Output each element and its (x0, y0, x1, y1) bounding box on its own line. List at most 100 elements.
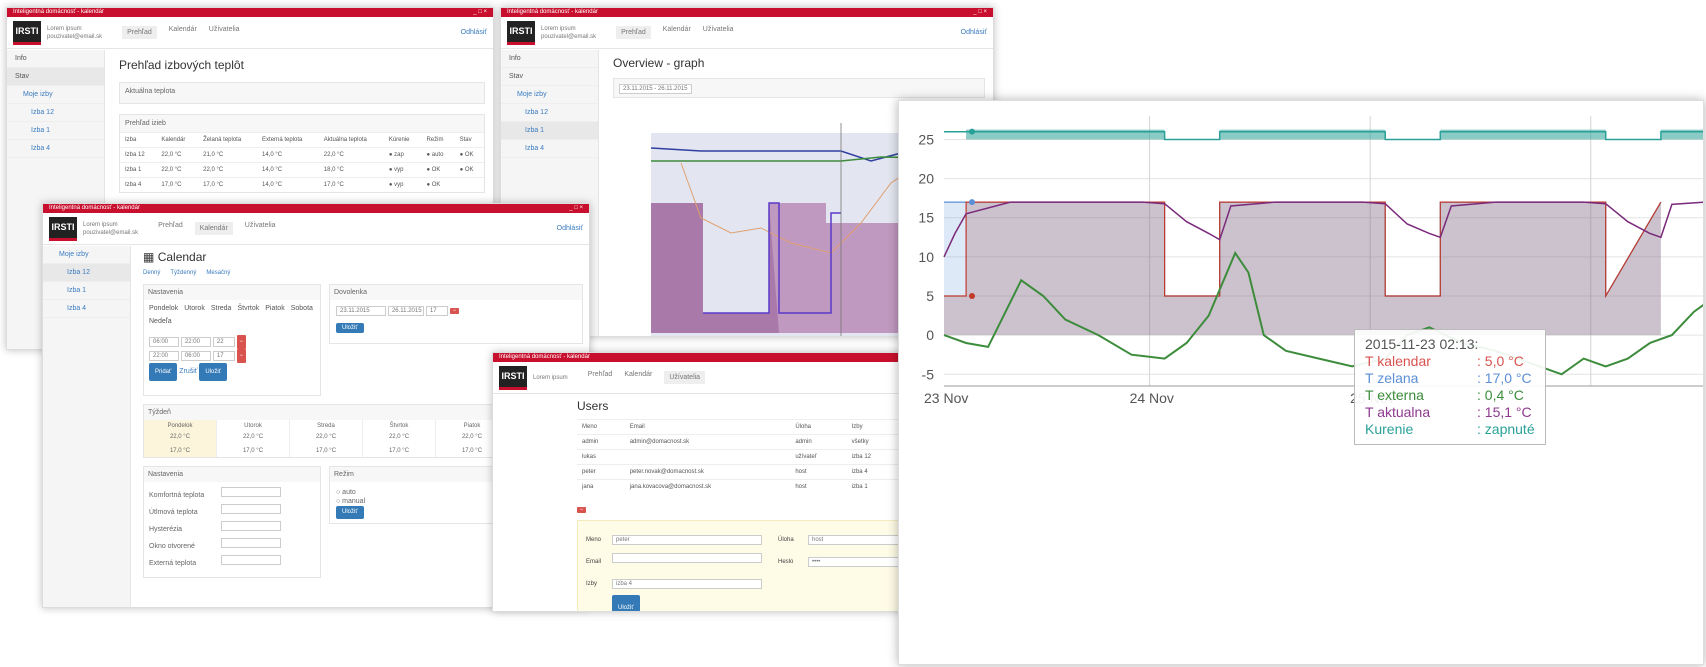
sidebar-item-room-1[interactable]: Izba 1 (7, 122, 104, 140)
time-from-input[interactable]: 06:00 (149, 337, 179, 347)
date-range-input[interactable]: 23.11.2015 - 26.11.2015 (619, 84, 692, 94)
table-row[interactable]: lukas užívateľ izba 12 (577, 449, 953, 465)
user-name: Lorem ipsum (541, 25, 576, 32)
vacation-temp-input[interactable]: 17 (425, 306, 448, 316)
tab-weekly[interactable]: Týždenný (170, 270, 196, 276)
day-tab[interactable]: Sobota (291, 305, 313, 312)
table-row[interactable]: peterpeter.novak@domacnost.skhostizba 4i… (577, 464, 953, 480)
tab-monthly[interactable]: Mesačný (206, 270, 230, 276)
setting-label: Útlmová teplota (149, 509, 198, 516)
table-cell: jana.kovacova@domacnost.sk (624, 479, 791, 494)
nav-overview[interactable]: Prehľad (122, 26, 157, 39)
save-button[interactable]: Uložiť (199, 363, 227, 381)
time-to-input[interactable]: 06:00 (180, 351, 211, 361)
time-slot: 22,0 °C (315, 434, 337, 440)
sidebar-item-info[interactable]: Info (7, 50, 104, 68)
nav-calendar[interactable]: Kalendár (169, 26, 197, 39)
logout-link[interactable]: Odhlásiť (557, 225, 583, 232)
sidebar-item-status[interactable]: Stav (501, 68, 598, 86)
table-row[interactable]: admin admin@domacnost.sk admin všetky (577, 434, 953, 450)
tab-daily[interactable]: Denný (143, 270, 160, 276)
sidebar-item-room-1[interactable]: Izba 1 (43, 282, 130, 300)
remove-user-button[interactable]: − (577, 507, 586, 513)
sidebar-item-my-rooms[interactable]: Moje izby (501, 86, 598, 104)
sidebar-item-my-rooms[interactable]: Moje izby (43, 246, 130, 264)
vacation-to-input[interactable]: 26.11.2015 (387, 306, 424, 316)
mode-radio[interactable]: ○ manual (336, 498, 365, 505)
heating-on-band (1660, 129, 1703, 140)
logout-link[interactable]: Odhlásiť (461, 29, 487, 36)
sidebar-item-room-4[interactable]: Izba 4 (501, 140, 598, 158)
remove-slot-button[interactable]: − (236, 335, 246, 349)
day-tab[interactable]: Nedeľa (149, 318, 172, 325)
nav-calendar[interactable]: Kalendár (663, 26, 691, 39)
cancel-link[interactable]: Zrušiť (179, 368, 197, 375)
week-day-column[interactable]: Pondelok 22,0 °C 17,0 °C (144, 420, 217, 457)
time-from-input[interactable]: 22:00 (149, 351, 179, 361)
window-controls[interactable]: _ □ × (569, 204, 583, 213)
tooltip-label: T kalendar (1365, 353, 1431, 369)
week-day-column[interactable]: Utorok 22,0 °C 17,0 °C (217, 420, 290, 457)
week-day-column[interactable]: Štvrtok 22,0 °C 17,0 °C (363, 420, 436, 457)
sidebar-item-room-12[interactable]: Izba 12 (501, 104, 598, 122)
email-input[interactable] (612, 553, 762, 563)
setting-input[interactable] (221, 555, 281, 565)
page-title: Prehľad izbových teplôt (119, 58, 244, 72)
setting-input[interactable] (221, 521, 281, 531)
setting-input[interactable] (221, 538, 281, 548)
temp-input[interactable]: 17 (212, 351, 235, 361)
mode-radio[interactable]: ○ auto (336, 489, 356, 496)
vacation-from-input[interactable]: 23.11.2015 (336, 306, 386, 316)
window-controls[interactable]: _ □ × (973, 8, 987, 17)
logout-link[interactable]: Odhlásiť (961, 29, 987, 36)
tooltip-value: : 17,0 °C (1477, 370, 1532, 386)
nav-overview[interactable]: Prehľad (616, 26, 651, 39)
sidebar-item-room-12[interactable]: Izba 12 (7, 104, 104, 122)
setting-input[interactable] (221, 487, 281, 497)
setting-input[interactable] (221, 504, 281, 514)
time-to-input[interactable]: 22:00 (180, 337, 211, 347)
setting-label: Okno otvorené (149, 543, 195, 550)
mode-save-button[interactable]: Uložiť (336, 506, 364, 519)
sidebar-item-room-12[interactable]: Izba 12 (43, 264, 130, 282)
sidebar-item-info[interactable]: Info (501, 50, 598, 68)
sidebar-item-room-4[interactable]: Izba 4 (7, 140, 104, 158)
name-input[interactable]: peter (612, 535, 762, 545)
nav-users[interactable]: Užívatelia (703, 26, 734, 39)
vacation-save-button[interactable]: Uložiť (336, 323, 364, 333)
filter-label[interactable]: Aktuálna teplota (125, 88, 175, 95)
nav-overview[interactable]: Prehľad (588, 371, 613, 384)
tooltip-label: Kurenie (1365, 421, 1414, 437)
nav-calendar[interactable]: Kalendár (624, 371, 652, 384)
sidebar-item-room-1[interactable]: Izba 1 (501, 122, 598, 140)
day-tab[interactable]: Utorok (184, 305, 205, 312)
nav-users[interactable]: Užívatelia (664, 371, 706, 384)
remove-vacation-button[interactable]: − (449, 308, 459, 314)
nav-overview[interactable]: Prehľad (158, 222, 183, 235)
role-input[interactable]: host (808, 535, 908, 545)
nav-users[interactable]: Užívatelia (209, 26, 240, 39)
table-row[interactable]: jana jana.kovacova@domacnost.sk host izba 1… (577, 479, 953, 494)
week-day-column[interactable]: Streda 22,0 °C 17,0 °C (290, 420, 363, 457)
chart-tooltip: 2015-11-23 02:13: T kalendar: 5,0 °C T ze… (1354, 329, 1546, 445)
password-input[interactable]: •••• (808, 557, 908, 567)
schedule-panel: Nastavenia Pondelok Utorok Streda Štvrtok Pi… (143, 284, 321, 396)
window-controls[interactable]: _ □ × (473, 8, 487, 17)
temp-input[interactable]: 22 (212, 337, 235, 347)
day-tab[interactable]: Pondelok (149, 305, 178, 312)
sidebar-item-my-rooms[interactable]: Moje izby (7, 86, 104, 104)
sidebar-item-room-4[interactable]: Izba 4 (43, 300, 130, 318)
rooms-select[interactable]: izba 4 (612, 579, 762, 589)
day-tab[interactable]: Štvrtok (237, 305, 259, 312)
table-cell (454, 177, 484, 192)
remove-slot-button[interactable]: − (236, 349, 246, 363)
day-tab[interactable]: Streda (211, 305, 232, 312)
add-button[interactable]: Pridať (149, 363, 178, 381)
day-tab[interactable]: Piatok (265, 305, 284, 312)
nav-calendar[interactable]: Kalendár (194, 222, 233, 235)
nav-users[interactable]: Užívatelia (245, 222, 276, 235)
user-save-button[interactable]: Uložiť (612, 595, 640, 611)
panel-heading: Dovolenka (330, 285, 582, 300)
setting-label: Externá teplota (149, 560, 197, 567)
sidebar-item-status[interactable]: Stav (7, 68, 104, 86)
